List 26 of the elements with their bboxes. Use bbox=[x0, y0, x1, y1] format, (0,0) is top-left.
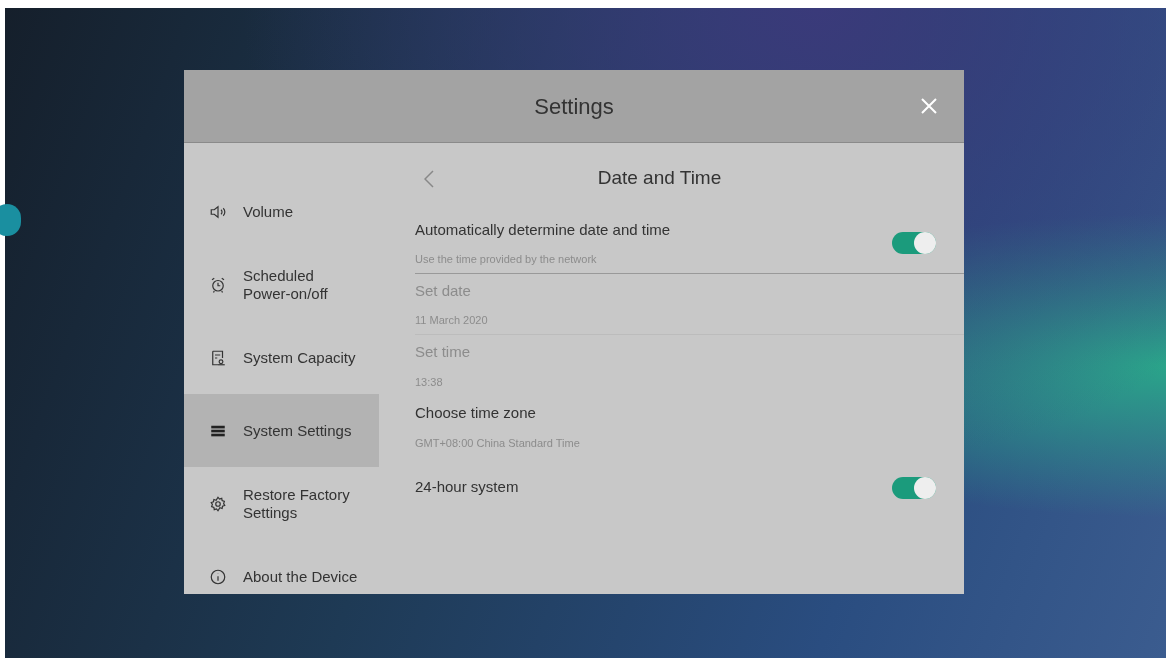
chevron-left-icon bbox=[424, 170, 434, 188]
toggle-switch[interactable] bbox=[892, 476, 936, 499]
setting-title: Set date bbox=[415, 280, 472, 301]
sidebar-item[interactable]: About the Device bbox=[184, 540, 379, 613]
setting-title: 24-hour system bbox=[415, 477, 519, 498]
setting-title: Set time bbox=[415, 342, 471, 362]
toggle-switch[interactable] bbox=[892, 232, 936, 254]
setting-title: Choose time zone bbox=[415, 403, 537, 423]
setting-row[interactable]: 24-hour system bbox=[415, 457, 964, 518]
panel-title: Date and Time bbox=[597, 165, 722, 190]
setting-row[interactable]: Choose time zone GMT+08:00 China Standard Time bbox=[415, 396, 964, 457]
settings-icon bbox=[209, 494, 227, 513]
sidebar-item[interactable]: Restore Factory Settings bbox=[184, 467, 379, 540]
document-icon bbox=[209, 348, 227, 367]
sidebar-item[interactable]: System Settings bbox=[184, 394, 379, 467]
setting-value: 11 March 2020 bbox=[415, 313, 488, 328]
alarm-clock-icon bbox=[209, 275, 227, 294]
dialog-title: Settings bbox=[534, 92, 614, 121]
setting-value: GMT+08:00 China Standard Time bbox=[415, 435, 580, 451]
info-icon bbox=[209, 567, 227, 586]
sidebar-item[interactable]: Scheduled Power-on/off bbox=[184, 248, 379, 321]
sidebar-item[interactable]: System Capacity bbox=[184, 321, 379, 394]
close-icon bbox=[920, 97, 938, 115]
setting-title: Automatically determine date and time bbox=[415, 219, 671, 240]
sidebar-item[interactable]: Volume bbox=[184, 175, 379, 248]
setting-value: 13:38 bbox=[415, 374, 444, 390]
